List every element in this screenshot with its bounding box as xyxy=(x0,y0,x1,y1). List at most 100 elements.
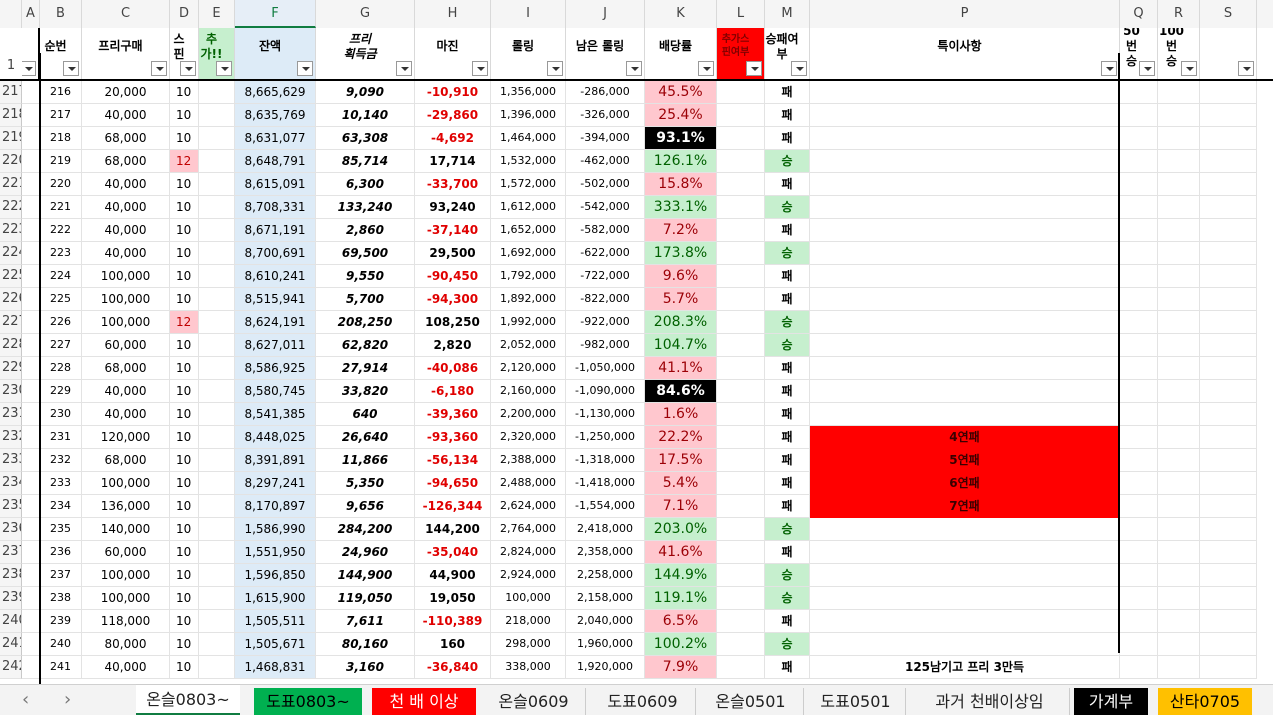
cell-win-loss[interactable]: 패 xyxy=(765,495,810,518)
cell-free-gain[interactable]: 5,700 xyxy=(316,288,415,311)
cell-s[interactable] xyxy=(1200,311,1257,334)
cell-free-gain[interactable]: 33,820 xyxy=(316,380,415,403)
cell-a[interactable] xyxy=(22,656,40,679)
cell-notes[interactable] xyxy=(810,633,1120,656)
cell-extra-spin[interactable] xyxy=(717,564,765,587)
cell-free-buy[interactable]: 60,000 xyxy=(82,541,170,564)
cell-win-100[interactable] xyxy=(1158,334,1200,357)
cell-win-loss[interactable]: 승 xyxy=(765,518,810,541)
filter-dropdown-icon[interactable] xyxy=(151,61,167,76)
cell-remaining-rolling[interactable]: -1,090,000 xyxy=(566,380,645,403)
cell-win-loss[interactable]: 승 xyxy=(765,311,810,334)
cell-extra-spin[interactable] xyxy=(717,495,765,518)
cell-seq[interactable]: 219 xyxy=(40,150,82,173)
cell-remaining-rolling[interactable]: -1,318,000 xyxy=(566,449,645,472)
cell-spin[interactable]: 10 xyxy=(170,104,199,127)
cell-seq[interactable]: 231 xyxy=(40,426,82,449)
cell-s[interactable] xyxy=(1200,380,1257,403)
cell-notes[interactable] xyxy=(810,610,1120,633)
cell-a[interactable] xyxy=(22,518,40,541)
filter-dropdown-icon[interactable] xyxy=(63,61,79,76)
cell-balance[interactable]: 1,586,990 xyxy=(235,518,316,541)
cell-remaining-rolling[interactable]: -1,130,000 xyxy=(566,403,645,426)
cell-spin[interactable]: 12 xyxy=(170,311,199,334)
cell-win-loss[interactable]: 승 xyxy=(765,150,810,173)
cell-win-100[interactable] xyxy=(1158,403,1200,426)
cell-margin[interactable]: -110,389 xyxy=(415,610,491,633)
cell-seq[interactable]: 216 xyxy=(40,81,82,104)
cell-extra-spin[interactable] xyxy=(717,127,765,150)
cell-win-50[interactable] xyxy=(1120,288,1158,311)
cell-s[interactable] xyxy=(1200,219,1257,242)
cell-win-100[interactable] xyxy=(1158,357,1200,380)
cell-extra-spin[interactable] xyxy=(717,472,765,495)
cell-s[interactable] xyxy=(1200,173,1257,196)
sheet-tab[interactable]: 천 배 이상 xyxy=(372,688,476,715)
cell-win-50[interactable] xyxy=(1120,495,1158,518)
cell-extra-spin[interactable] xyxy=(717,81,765,104)
cell-a[interactable] xyxy=(22,633,40,656)
cell-seq[interactable]: 241 xyxy=(40,656,82,679)
cell-a[interactable] xyxy=(22,610,40,633)
row-number[interactable]: 233 xyxy=(0,449,22,472)
header-free-buy[interactable]: 프리구매 xyxy=(82,28,170,79)
header-win-100[interactable]: 100번 승 xyxy=(1158,28,1200,79)
cell-win-50[interactable] xyxy=(1120,564,1158,587)
cell-balance[interactable]: 8,170,897 xyxy=(235,495,316,518)
cell-rolling[interactable]: 1,792,000 xyxy=(491,265,566,288)
row-number[interactable]: 223 xyxy=(0,219,22,242)
cell-win-loss[interactable]: 패 xyxy=(765,288,810,311)
filter-dropdown-icon[interactable] xyxy=(547,61,563,76)
cell-balance[interactable]: 1,551,950 xyxy=(235,541,316,564)
header-empty-a[interactable] xyxy=(22,28,40,79)
column-header-h[interactable]: H xyxy=(415,0,491,28)
cell-s[interactable] xyxy=(1200,656,1257,679)
cell-spin[interactable]: 10 xyxy=(170,81,199,104)
cell-remaining-rolling[interactable]: -622,000 xyxy=(566,242,645,265)
cell-extra[interactable] xyxy=(199,127,235,150)
cell-free-gain[interactable]: 11,866 xyxy=(316,449,415,472)
cell-seq[interactable]: 230 xyxy=(40,403,82,426)
cell-win-loss[interactable]: 승 xyxy=(765,564,810,587)
cell-win-100[interactable] xyxy=(1158,656,1200,679)
sheet-tab[interactable]: 가계부 xyxy=(1074,688,1148,715)
row-number[interactable]: 236 xyxy=(0,518,22,541)
cell-spin[interactable]: 10 xyxy=(170,518,199,541)
cell-balance[interactable]: 8,624,191 xyxy=(235,311,316,334)
cell-win-loss[interactable]: 패 xyxy=(765,403,810,426)
cell-seq[interactable]: 232 xyxy=(40,449,82,472)
cell-s[interactable] xyxy=(1200,610,1257,633)
cell-payout-rate[interactable]: 203.0% xyxy=(645,518,717,541)
cell-spin[interactable]: 10 xyxy=(170,656,199,679)
cell-win-loss[interactable]: 패 xyxy=(765,656,810,679)
sheet-tab[interactable]: 산타0705 xyxy=(1158,688,1252,715)
cell-win-100[interactable] xyxy=(1158,518,1200,541)
sheet-tab[interactable]: 온슬0609 xyxy=(482,688,586,715)
cell-win-50[interactable] xyxy=(1120,380,1158,403)
cell-win-100[interactable] xyxy=(1158,311,1200,334)
header-extra[interactable]: 추가!! xyxy=(199,28,235,79)
cell-rolling[interactable]: 1,464,000 xyxy=(491,127,566,150)
cell-margin[interactable]: -37,140 xyxy=(415,219,491,242)
cell-extra[interactable] xyxy=(199,380,235,403)
cell-win-100[interactable] xyxy=(1158,196,1200,219)
filter-dropdown-icon[interactable] xyxy=(472,61,488,76)
cell-a[interactable] xyxy=(22,311,40,334)
cell-win-loss[interactable]: 승 xyxy=(765,587,810,610)
cell-win-50[interactable] xyxy=(1120,403,1158,426)
cell-extra-spin[interactable] xyxy=(717,265,765,288)
cell-s[interactable] xyxy=(1200,449,1257,472)
cell-free-buy[interactable]: 20,000 xyxy=(82,81,170,104)
filter-dropdown-icon[interactable] xyxy=(791,61,807,76)
cell-free-buy[interactable]: 68,000 xyxy=(82,127,170,150)
header-win-50[interactable]: 50번 승 xyxy=(1120,28,1158,79)
cell-s[interactable] xyxy=(1200,81,1257,104)
cell-spin[interactable]: 10 xyxy=(170,173,199,196)
cell-s[interactable] xyxy=(1200,403,1257,426)
filter-dropdown-icon[interactable] xyxy=(216,61,232,76)
cell-spin[interactable]: 10 xyxy=(170,472,199,495)
cell-balance[interactable]: 1,468,831 xyxy=(235,656,316,679)
cell-rolling[interactable]: 2,052,000 xyxy=(491,334,566,357)
cell-win-100[interactable] xyxy=(1158,219,1200,242)
cell-win-50[interactable] xyxy=(1120,518,1158,541)
